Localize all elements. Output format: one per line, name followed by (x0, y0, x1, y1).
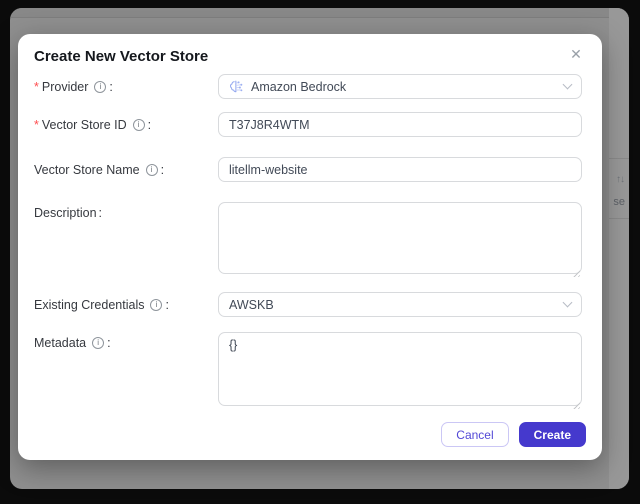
field-row-description: Description : (34, 202, 582, 279)
metadata-label-text: Metadata (34, 336, 87, 350)
dimmed-page-content (609, 8, 629, 489)
label-colon: : (107, 336, 111, 350)
info-icon[interactable]: i (150, 298, 163, 311)
existing-credentials-select-value: AWSKB (229, 297, 274, 312)
provider-select-value: Amazon Bedrock (251, 79, 347, 94)
vector-store-id-input[interactable] (218, 112, 582, 137)
amazon-bedrock-icon (229, 79, 244, 94)
vector-store-id-label-text: Vector Store ID (41, 117, 127, 132)
info-icon[interactable]: i (92, 337, 105, 349)
label-colon: : (160, 162, 165, 177)
label-colon: : (109, 79, 113, 94)
vector-store-name-label-text: Vector Store Name (34, 162, 140, 177)
dimmed-clipped-text: se (613, 196, 625, 208)
field-row-vector-store-id: * Vector Store ID i : (34, 112, 582, 137)
vector-store-id-label: * Vector Store ID i : (34, 118, 218, 132)
close-icon[interactable]: ✕ (566, 44, 586, 64)
provider-label: * Provider i : (34, 80, 218, 94)
provider-label-text: Provider (41, 79, 89, 94)
field-row-vector-store-name: Vector Store Name i : (34, 157, 582, 182)
provider-select[interactable]: Amazon Bedrock (218, 74, 582, 99)
modal-footer: Cancel Create (441, 422, 586, 447)
required-asterisk: * (34, 79, 39, 94)
existing-credentials-label-text: Existing Credentials (34, 297, 145, 312)
sort-icon: ↑↓ (616, 174, 625, 185)
chevron-down-icon (562, 79, 573, 90)
cancel-button[interactable]: Cancel (441, 422, 509, 447)
dimmed-page-header (10, 8, 629, 18)
field-row-existing-credentials: Existing Credentials i : AWSKB (34, 292, 582, 317)
label-colon: : (147, 117, 152, 132)
description-label-text: Description (34, 206, 97, 220)
description-textarea[interactable] (218, 202, 582, 274)
create-vector-store-modal: Create New Vector Store ✕ * Provider i : (18, 34, 602, 460)
label-colon: : (98, 206, 103, 220)
dimmed-table-line (609, 218, 629, 219)
existing-credentials-label: Existing Credentials i : (34, 298, 218, 312)
chevron-down-icon (562, 297, 573, 308)
field-row-provider: * Provider i : Amazon Bedrock (34, 74, 582, 99)
dimmed-table-line (609, 158, 629, 159)
required-asterisk: * (34, 117, 39, 132)
description-label: Description : (34, 202, 218, 220)
vector-store-name-input[interactable] (218, 157, 582, 182)
vector-store-name-label: Vector Store Name i : (34, 163, 218, 177)
existing-credentials-select[interactable]: AWSKB (218, 292, 582, 317)
info-icon[interactable]: i (132, 118, 145, 131)
metadata-label: Metadata i : (34, 332, 218, 350)
metadata-textarea[interactable]: {} (218, 332, 582, 406)
info-icon[interactable]: i (145, 163, 158, 176)
label-colon: : (165, 297, 169, 312)
info-icon[interactable]: i (94, 80, 107, 93)
create-button[interactable]: Create (518, 422, 586, 447)
modal-title: Create New Vector Store (34, 48, 209, 65)
field-row-metadata: Metadata i : {} (34, 332, 582, 411)
